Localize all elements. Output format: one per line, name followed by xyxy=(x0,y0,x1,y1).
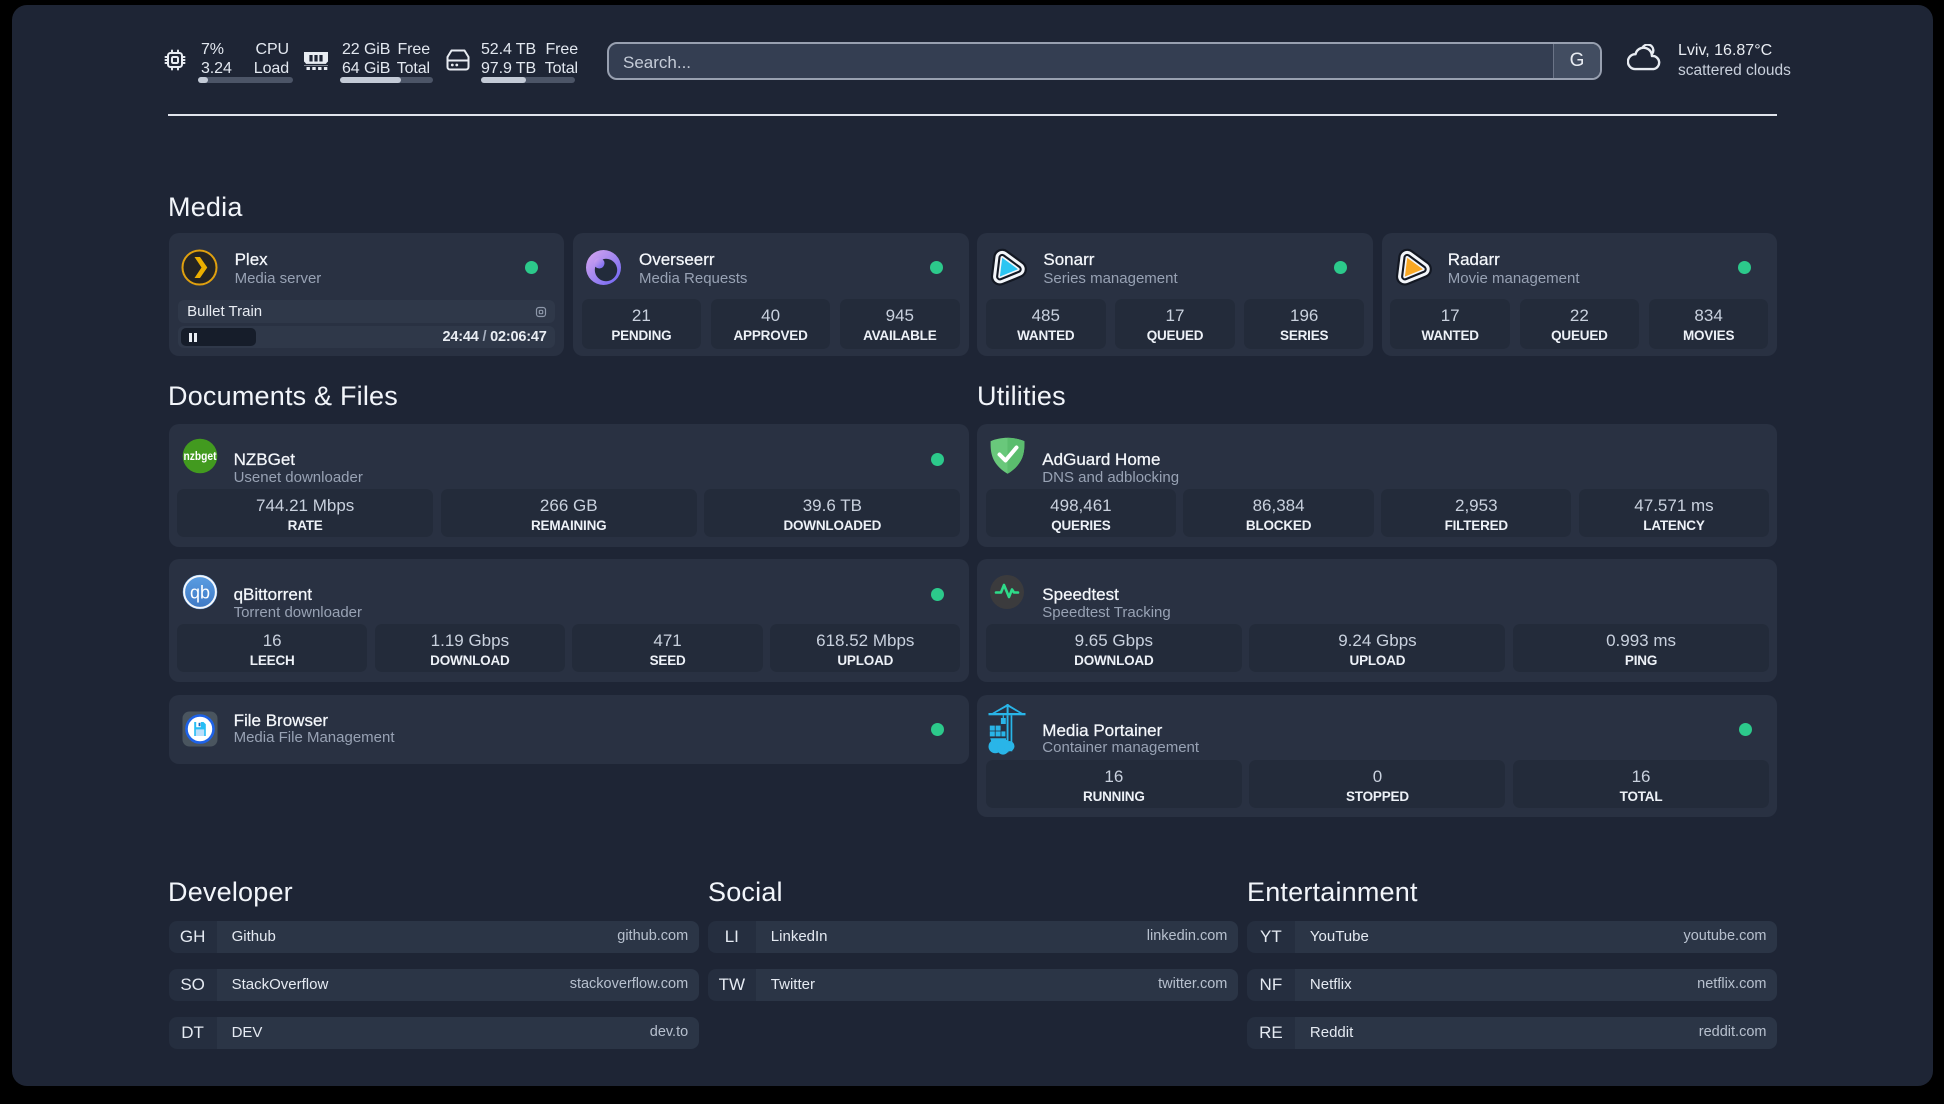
svg-text:qb: qb xyxy=(190,583,210,603)
svg-text:nzbget: nzbget xyxy=(183,451,216,463)
